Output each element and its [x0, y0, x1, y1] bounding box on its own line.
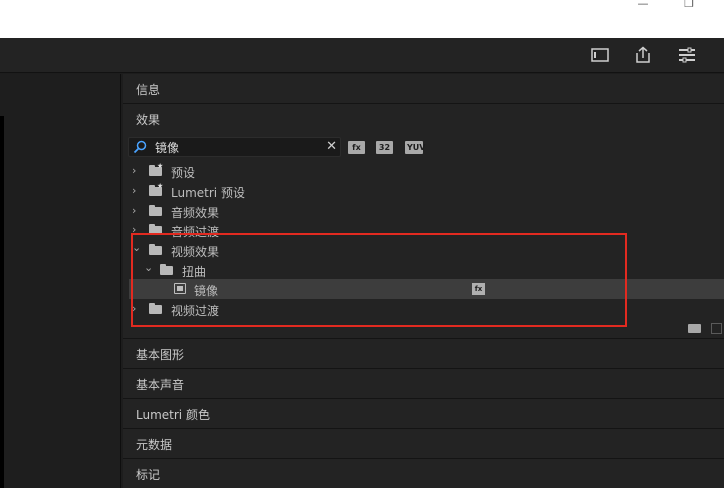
folder-icon	[160, 264, 173, 275]
app-toolbar	[0, 38, 724, 73]
effects-search-input[interactable]	[155, 139, 315, 155]
tree-item-distort[interactable]: ⌄ 扭曲	[123, 260, 724, 280]
effects-search-box[interactable]: ✕	[128, 137, 341, 157]
tree-item-audio-effects[interactable]: › 音频效果	[123, 201, 724, 221]
monitor-edge	[0, 116, 4, 488]
new-bin-icon[interactable]	[688, 324, 701, 333]
panel-metadata-header[interactable]: 元数据	[123, 429, 724, 459]
tree-item-lumetri-presets[interactable]: › ★ Lumetri 预设	[123, 181, 724, 201]
tree-item-label: 预设	[171, 166, 196, 180]
workspace-menu-icon[interactable]	[677, 46, 697, 64]
chevron-down-icon[interactable]: ⌄	[144, 261, 153, 274]
trash-icon[interactable]	[711, 323, 722, 334]
panel-essential-graphics-header[interactable]: 基本图形	[123, 339, 724, 369]
effects-tree: › ★ 预设 › ★ Lumetri 预设 › 音频效果 › 音频过渡 ⌄ 视频…	[123, 160, 724, 387]
accelerated-effects-filter[interactable]: fx	[348, 141, 365, 154]
effects-bottom-tools	[123, 318, 724, 339]
preset-folder-icon: ★	[149, 162, 163, 176]
left-panel	[0, 74, 121, 488]
accelerated-badge-icon: fx	[472, 283, 485, 295]
folder-icon	[149, 244, 162, 255]
chevron-right-icon[interactable]: ›	[132, 204, 136, 217]
chevron-right-icon[interactable]: ›	[132, 164, 136, 177]
tree-item-label: 镜像	[194, 284, 219, 298]
folder-icon	[149, 224, 162, 235]
tree-item-video-transitions[interactable]: › 视频过渡	[123, 299, 724, 319]
chevron-right-icon[interactable]: ›	[132, 223, 136, 236]
search-icon	[133, 140, 147, 154]
export-icon[interactable]	[633, 46, 653, 64]
minimize-button[interactable]: —	[633, 0, 653, 12]
panel-essential-sound-header[interactable]: 基本声音	[123, 369, 724, 399]
chevron-right-icon[interactable]: ›	[132, 302, 136, 315]
effects-search-row: ✕ fx 32 YUV	[123, 134, 724, 160]
panel-layout-icon[interactable]	[590, 46, 610, 64]
effect-icon	[174, 283, 186, 294]
32bit-effects-filter[interactable]: 32	[376, 141, 393, 154]
tree-item-label: 音频效果	[171, 206, 220, 220]
panel-markers-title: 标记	[136, 468, 161, 482]
tree-item-label: 视频过渡	[171, 304, 220, 318]
panel-metadata-title: 元数据	[136, 438, 173, 452]
panel-effects-title: 效果	[136, 113, 161, 127]
tree-item-label: Lumetri 预设	[171, 186, 245, 200]
tree-item-label: 音频过渡	[171, 225, 220, 239]
panel-markers-header[interactable]: 标记	[123, 459, 724, 488]
tree-item-label: 视频效果	[171, 245, 220, 259]
panel-info-header[interactable]: 信息	[123, 74, 724, 104]
tree-item-mirror[interactable]: 镜像 fx	[129, 279, 724, 299]
panel-essential-graphics-title: 基本图形	[136, 348, 185, 362]
panel-lumetri-color-title: Lumetri 颜色	[136, 408, 210, 422]
folder-icon	[149, 303, 162, 314]
chevron-down-icon[interactable]: ⌄	[132, 241, 141, 254]
chevron-right-icon[interactable]: ›	[132, 184, 136, 197]
tree-item-audio-transitions[interactable]: › 音频过渡	[123, 220, 724, 240]
panel-effects-header[interactable]: 效果	[123, 104, 724, 134]
panel-essential-sound-title: 基本声音	[136, 378, 185, 392]
tree-item-label: 扭曲	[182, 265, 207, 279]
tree-item-video-effects[interactable]: ⌄ 视频效果	[123, 240, 724, 260]
panel-lumetri-color-header[interactable]: Lumetri 颜色	[123, 399, 724, 429]
tree-item-presets[interactable]: › ★ 预设	[123, 161, 724, 181]
preset-folder-icon: ★	[149, 182, 163, 196]
window-titlebar: — ❐	[0, 0, 724, 38]
folder-icon	[149, 205, 162, 216]
clear-search-icon[interactable]: ✕	[326, 138, 337, 156]
right-panel-stack: 信息 效果 ✕ fx 32 YUV › ★ 预设 › ★ Lumetri 预设	[123, 74, 724, 488]
restore-button[interactable]: ❐	[679, 0, 699, 12]
panel-info-title: 信息	[136, 83, 161, 97]
yuv-effects-filter[interactable]: YUV	[405, 141, 425, 154]
